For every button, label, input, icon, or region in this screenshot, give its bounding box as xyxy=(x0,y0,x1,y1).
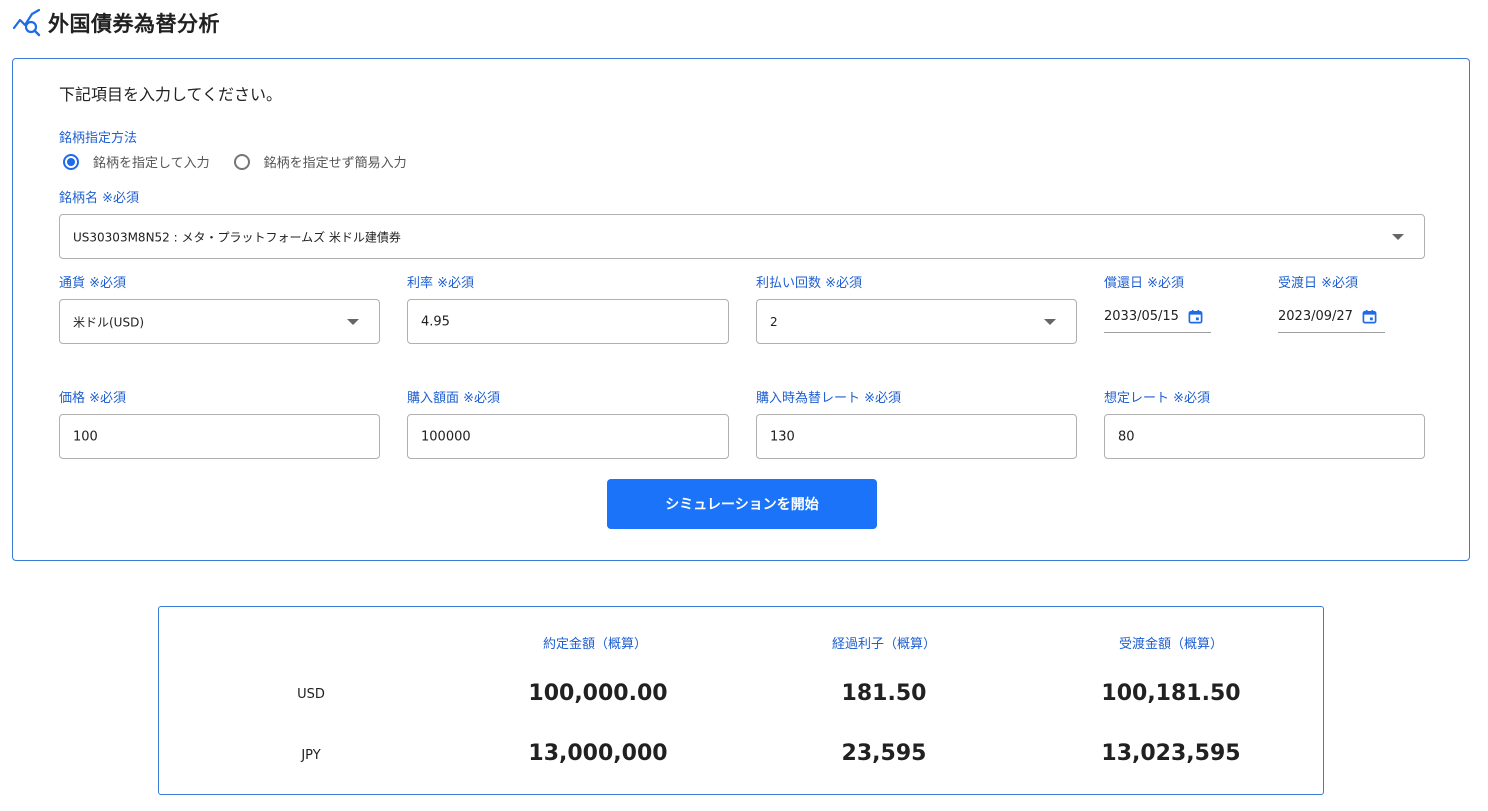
bond-name-label: 銘柄名 ※必須 xyxy=(59,191,140,206)
radio-simple-input[interactable]: 銘柄を指定せず簡易入力 xyxy=(233,152,407,171)
jpy-contract-amount: 13,000,000 xyxy=(528,741,668,766)
method-radio-group: 銘柄を指定して入力 銘柄を指定せず簡易入力 xyxy=(63,152,431,171)
page-title: 外国債券為替分析 xyxy=(48,12,220,36)
settlement-date-value: 2023/09/27 xyxy=(1278,309,1353,324)
purchase-rate-value: 130 xyxy=(770,429,795,444)
redemption-date-input[interactable]: 2033/05/15 xyxy=(1104,307,1211,333)
assumed-rate-input[interactable]: 80 xyxy=(1104,414,1425,459)
face-value-input[interactable]: 100000 xyxy=(407,414,729,459)
calendar-icon[interactable] xyxy=(1362,309,1377,324)
price-label: 価格 ※必須 xyxy=(59,391,127,406)
chevron-down-icon[interactable] xyxy=(1044,318,1056,325)
settlement-date-input[interactable]: 2023/09/27 xyxy=(1278,307,1385,333)
jpy-accrued-interest: 23,595 xyxy=(841,741,927,766)
start-simulation-button[interactable]: シミュレーションを開始 xyxy=(607,479,877,529)
results-table: 約定金額（概算） 経過利子（概算） 受渡金額（概算） USD 100,000.0… xyxy=(158,606,1324,795)
radio-label: 銘柄を指定せず簡易入力 xyxy=(263,156,407,171)
currency-select[interactable]: 米ドル(USD) xyxy=(59,299,380,344)
column-header-settlement-amount: 受渡金額（概算） xyxy=(1118,637,1223,652)
row-label-jpy: JPY xyxy=(301,748,321,763)
payment-count-select[interactable]: 2 xyxy=(756,299,1077,344)
method-label: 銘柄指定方法 xyxy=(59,131,138,146)
currency-value: 米ドル(USD) xyxy=(73,315,145,329)
radio-unchecked-icon[interactable] xyxy=(233,153,250,170)
assumed-rate-value: 80 xyxy=(1118,429,1135,444)
jpy-settlement-amount: 13,023,595 xyxy=(1101,741,1241,766)
chevron-down-icon[interactable] xyxy=(347,318,359,325)
chevron-down-icon[interactable] xyxy=(1392,233,1404,240)
usd-contract-amount: 100,000.00 xyxy=(528,681,668,706)
page-header: 外国債券為替分析 xyxy=(12,6,220,40)
face-value-value: 100000 xyxy=(421,429,471,444)
price-input[interactable]: 100 xyxy=(59,414,380,459)
bond-name-select[interactable]: US30303M8N52 : メタ・プラットフォームズ 米ドル建債券 xyxy=(59,214,1425,259)
purchase-rate-label: 購入時為替レート ※必須 xyxy=(756,391,902,406)
interest-rate-input[interactable]: 4.95 xyxy=(407,299,729,344)
payment-count-value: 2 xyxy=(770,314,778,329)
radio-specify-bond[interactable]: 銘柄を指定して入力 xyxy=(63,152,210,171)
redemption-date-value: 2033/05/15 xyxy=(1104,309,1179,324)
face-value-label: 購入額面 ※必須 xyxy=(407,391,501,406)
radio-checked-icon[interactable] xyxy=(63,153,79,170)
price-value: 100 xyxy=(73,429,98,444)
purchase-rate-input[interactable]: 130 xyxy=(756,414,1077,459)
column-header-contract-amount: 約定金額（概算） xyxy=(542,637,647,652)
calendar-icon[interactable] xyxy=(1188,309,1203,324)
input-panel: 下記項目を入力してください。 銘柄指定方法 銘柄を指定して入力 銘柄を指定せず簡… xyxy=(12,58,1470,561)
column-header-accrued-interest: 経過利子（概算） xyxy=(831,637,936,652)
panel-lead: 下記項目を入力してください。 xyxy=(59,85,283,104)
radio-label: 銘柄を指定して入力 xyxy=(93,156,210,171)
payment-count-label: 利払い回数 ※必須 xyxy=(756,276,863,291)
row-label-usd: USD xyxy=(297,687,325,702)
bond-name-value: US30303M8N52 : メタ・プラットフォームズ 米ドル建債券 xyxy=(73,230,401,244)
interest-rate-value: 4.95 xyxy=(421,314,450,329)
usd-settlement-amount: 100,181.50 xyxy=(1101,681,1241,706)
redemption-date-label: 償還日 ※必須 xyxy=(1104,276,1185,291)
assumed-rate-label: 想定レート ※必須 xyxy=(1104,391,1211,406)
currency-label: 通貨 ※必須 xyxy=(59,276,127,291)
settlement-date-label: 受渡日 ※必須 xyxy=(1278,276,1359,291)
usd-accrued-interest: 181.50 xyxy=(841,681,927,706)
chart-search-icon xyxy=(12,8,41,37)
interest-rate-label: 利率 ※必須 xyxy=(407,276,475,291)
